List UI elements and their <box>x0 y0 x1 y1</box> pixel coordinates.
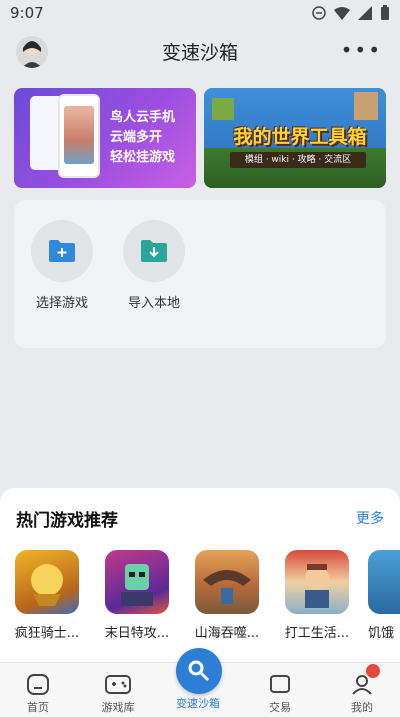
game-name: 山海吞噬... <box>194 626 260 641</box>
game-name: 末日特攻... <box>104 626 170 641</box>
game-item[interactable]: 打工生活... <box>280 550 354 641</box>
section-title: 热门游戏推荐 <box>16 511 118 531</box>
nav-home[interactable]: 首页 <box>0 669 76 715</box>
action-label: 导入本地 <box>127 296 180 311</box>
speed-sandbox-center-button[interactable] <box>176 648 222 694</box>
game-icon <box>285 550 349 614</box>
game-icon <box>195 550 259 614</box>
notification-badge <box>366 664 380 678</box>
select-game-button[interactable]: 选择游戏 <box>22 220 102 311</box>
app-header: 变速沙箱 ••• <box>0 28 400 74</box>
banner-line: 鸟人云手机 <box>110 110 176 125</box>
nav-speed-sandbox[interactable]: 变速沙箱 <box>160 695 236 711</box>
do-not-disturb-icon <box>312 6 326 20</box>
hot-games-panel: 热门游戏推荐 更多 疯狂骑士... 末日特攻... 山海吞噬... 打工生活..… <box>0 488 400 666</box>
banner-line: 轻松挂游戏 <box>110 150 176 165</box>
avatar[interactable] <box>16 36 48 68</box>
gamepad-icon <box>105 675 131 694</box>
battery-icon <box>381 5 389 20</box>
speed-icon <box>188 660 210 682</box>
nav-trade[interactable]: 交易 <box>242 669 318 715</box>
signal-icon <box>358 6 372 20</box>
banner-line: 云端多开 <box>110 130 163 145</box>
game-icon <box>15 550 79 614</box>
wifi-icon <box>334 7 350 20</box>
action-card: 选择游戏 导入本地 <box>14 200 386 348</box>
game-item[interactable]: 疯狂骑士... <box>10 550 84 641</box>
folder-plus-icon <box>49 240 75 262</box>
game-name: 打工生活... <box>284 626 350 641</box>
nav-label: 变速沙箱 <box>176 697 220 710</box>
status-icons <box>312 5 390 21</box>
home-icon <box>27 674 49 695</box>
phone-image <box>58 94 100 178</box>
banner-minecraft-toolbox[interactable]: 我的世界工具箱 模组 · wiki · 攻略 · 交流区 <box>204 88 386 188</box>
more-menu-icon[interactable]: ••• <box>341 38 382 62</box>
status-bar: 9:07 <box>0 0 400 26</box>
more-link[interactable]: 更多 <box>356 508 384 528</box>
status-time: 9:07 <box>10 4 44 22</box>
game-item[interactable]: 山海吞噬... <box>190 550 264 641</box>
game-item[interactable]: 饥饿 <box>368 550 400 641</box>
page-title: 变速沙箱 <box>161 41 238 64</box>
nav-label: 交易 <box>269 701 291 714</box>
nav-label: 游戏库 <box>101 701 135 714</box>
game-name: 疯狂骑士... <box>14 626 80 641</box>
nav-label: 首页 <box>27 701 49 714</box>
banner-text: 鸟人云手机 云端多开 轻松挂游戏 <box>110 108 194 168</box>
game-item[interactable]: 末日特攻... <box>100 550 174 641</box>
trade-icon <box>270 675 290 693</box>
nav-profile[interactable]: 我的 <box>324 669 400 715</box>
banner-headline: 我的世界工具箱 <box>233 126 367 148</box>
import-local-button[interactable]: 导入本地 <box>114 220 194 311</box>
action-label: 选择游戏 <box>35 296 88 311</box>
game-name: 饥饿 <box>368 626 395 641</box>
game-icon <box>368 550 400 614</box>
nav-game-library[interactable]: 游戏库 <box>80 669 156 715</box>
folder-download-icon <box>141 240 167 262</box>
game-icon <box>105 550 169 614</box>
banner-cloud-phone[interactable]: 鸟人云手机 云端多开 轻松挂游戏 <box>14 88 196 188</box>
nav-label: 我的 <box>351 701 373 714</box>
banner-subtitle: 模组 · wiki · 攻略 · 交流区 <box>230 152 366 168</box>
